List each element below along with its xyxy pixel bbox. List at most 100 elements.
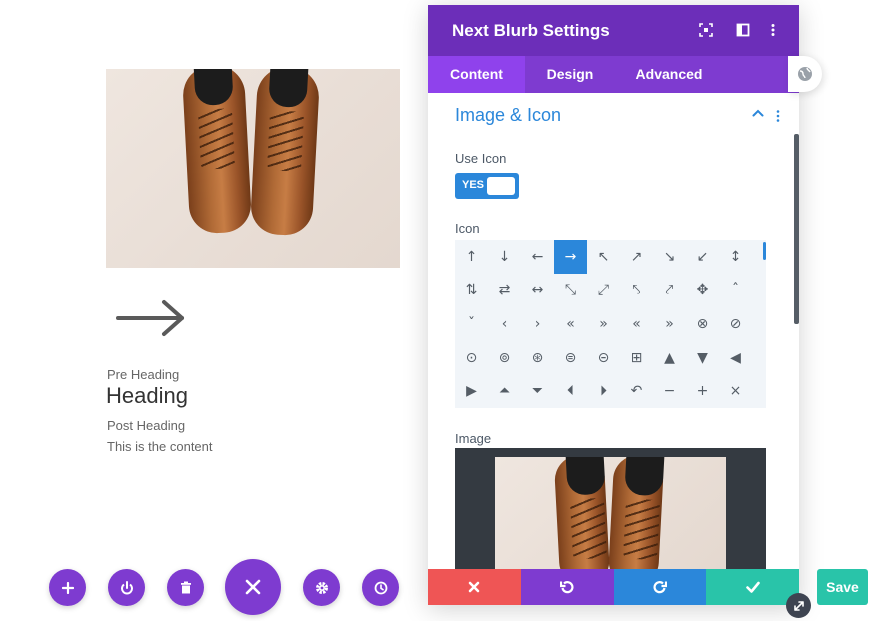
trash-icon xyxy=(180,581,191,594)
icon-option[interactable]: ⊝ xyxy=(587,341,620,375)
icon-label: Icon xyxy=(455,221,480,236)
icon-option[interactable]: × xyxy=(719,374,752,408)
icon-option[interactable]: › xyxy=(521,307,554,341)
icon-option[interactable]: ↓ xyxy=(488,240,521,274)
tab-content[interactable]: Content xyxy=(428,56,525,93)
icon-option[interactable]: ▶ xyxy=(455,374,488,408)
modal-body: Image & Icon Use Icon YES Icon ↑ ↓ ← → ↖ ↗ ↘ ↙ ↕… xyxy=(428,93,799,569)
settings-button[interactable] xyxy=(303,569,340,606)
tab-advanced[interactable]: Advanced xyxy=(615,56,723,93)
right-shoe xyxy=(249,69,321,237)
close-builder-button[interactable] xyxy=(225,559,281,615)
left-shoe xyxy=(553,457,611,569)
arrow-right-icon xyxy=(116,300,184,336)
icon-option[interactable]: » xyxy=(653,307,686,341)
settings-modal: Next Blurb Settings Content Design Advan… xyxy=(428,5,799,605)
image-preview[interactable] xyxy=(455,448,766,569)
icon-option[interactable]: ✥ xyxy=(686,274,719,308)
resize-handle[interactable] xyxy=(786,593,811,618)
icon-option[interactable]: ⏷ xyxy=(521,374,554,408)
icon-option[interactable]: + xyxy=(686,374,719,408)
resize-icon xyxy=(793,600,804,611)
icon-option[interactable]: ⇄ xyxy=(488,274,521,308)
icon-option[interactable]: ⊙ xyxy=(455,341,488,375)
blurb-image xyxy=(106,69,400,268)
icon-option[interactable]: → xyxy=(554,240,587,274)
use-icon-toggle[interactable]: YES xyxy=(455,173,519,199)
more-options-icon[interactable] xyxy=(766,23,780,37)
redo-button[interactable] xyxy=(613,569,707,605)
image-thumbnail xyxy=(495,457,726,569)
modal-header: Next Blurb Settings xyxy=(428,5,799,56)
icon-option[interactable]: ⤤ xyxy=(653,274,686,308)
icon-option[interactable]: » xyxy=(587,307,620,341)
modal-title: Next Blurb Settings xyxy=(452,21,610,40)
icon-option[interactable]: ⊚ xyxy=(488,341,521,375)
delete-button[interactable] xyxy=(167,569,204,606)
content-text: This is the content xyxy=(107,439,213,454)
left-shoe xyxy=(181,69,253,235)
toggle-text: YES xyxy=(462,179,485,191)
tab-design[interactable]: Design xyxy=(525,56,615,93)
icon-option[interactable]: ⏵ xyxy=(587,374,620,408)
icon-option[interactable]: ⏶ xyxy=(488,374,521,408)
icon-picker-grid: ↑ ↓ ← → ↖ ↗ ↘ ↙ ↕ ⇅ ⇄ ↔ ⤡ ⤢ ⤣ ⤤ ✥ ˆ ˇ ‹ › «» «» ⊗ ⊘ ⊙ ⊚ ⊛ ⊜ ⊝ ⊞ ▲ ▼ ◀ ▶ ⏶ ⏷ ⏴… xyxy=(455,240,766,408)
chevron-up-icon[interactable] xyxy=(752,109,764,117)
history-button[interactable] xyxy=(362,569,399,606)
confirm-button[interactable] xyxy=(706,569,799,605)
icon-option[interactable]: ↔ xyxy=(521,274,554,308)
icon-option[interactable]: ⏴ xyxy=(554,374,587,408)
globe-icon xyxy=(798,67,812,81)
icon-option[interactable]: ▲ xyxy=(653,341,686,375)
icon-option[interactable]: ↗ xyxy=(620,240,653,274)
power-button[interactable] xyxy=(108,569,145,606)
modal-tabs: Content Design Advanced xyxy=(428,56,799,93)
icon-option[interactable]: ⤡ xyxy=(554,274,587,308)
icon-option[interactable]: ˆ xyxy=(719,274,752,308)
image-label: Image xyxy=(455,431,492,446)
icon-option[interactable]: ↕ xyxy=(719,240,752,274)
section-options-icon[interactable] xyxy=(776,110,780,122)
icon-option[interactable]: ˇ xyxy=(455,307,488,341)
icon-option[interactable]: ↶ xyxy=(620,374,653,408)
fullscreen-icon[interactable] xyxy=(699,23,713,37)
section-title[interactable]: Image & Icon xyxy=(455,105,561,126)
sidebar-layout-icon[interactable] xyxy=(736,23,750,37)
icon-option[interactable]: ⊗ xyxy=(686,307,719,341)
icon-option[interactable]: ⤢ xyxy=(587,274,620,308)
redo-icon xyxy=(653,581,667,594)
save-button[interactable]: Save xyxy=(817,569,868,605)
icon-option[interactable]: ◀ xyxy=(719,341,752,375)
icon-option[interactable]: « xyxy=(620,307,653,341)
use-icon-label: Use Icon xyxy=(455,151,507,166)
icon-option[interactable]: ⇅ xyxy=(455,274,488,308)
globe-button[interactable] xyxy=(788,56,822,92)
icon-option[interactable]: ← xyxy=(521,240,554,274)
modal-scrollbar[interactable] xyxy=(794,134,799,324)
icon-option[interactable]: ⊞ xyxy=(620,341,653,375)
icon-option[interactable]: « xyxy=(554,307,587,341)
icon-option[interactable]: ‹ xyxy=(488,307,521,341)
icon-option[interactable]: ⊛ xyxy=(521,341,554,375)
icon-option[interactable]: ⤣ xyxy=(620,274,653,308)
modal-footer xyxy=(428,569,799,605)
add-icon xyxy=(61,581,74,594)
icon-option[interactable]: ↑ xyxy=(455,240,488,274)
toggle-knob xyxy=(487,177,515,195)
undo-button[interactable] xyxy=(520,569,614,605)
icon-option[interactable]: ↙ xyxy=(686,240,719,274)
close-icon xyxy=(245,579,261,595)
icon-option[interactable]: ⊘ xyxy=(719,307,752,341)
icon-option[interactable]: ↘ xyxy=(653,240,686,274)
icon-option[interactable]: ▼ xyxy=(686,341,719,375)
icon-option[interactable]: − xyxy=(653,374,686,408)
icon-grid-scrollbar[interactable] xyxy=(763,242,766,260)
icon-option[interactable]: ⊜ xyxy=(554,341,587,375)
discard-button[interactable] xyxy=(428,569,521,605)
power-icon xyxy=(120,580,133,594)
check-icon xyxy=(745,581,760,593)
add-button[interactable] xyxy=(49,569,86,606)
gear-icon xyxy=(315,581,328,594)
icon-option[interactable]: ↖ xyxy=(587,240,620,274)
post-heading: Post Heading xyxy=(107,418,186,433)
